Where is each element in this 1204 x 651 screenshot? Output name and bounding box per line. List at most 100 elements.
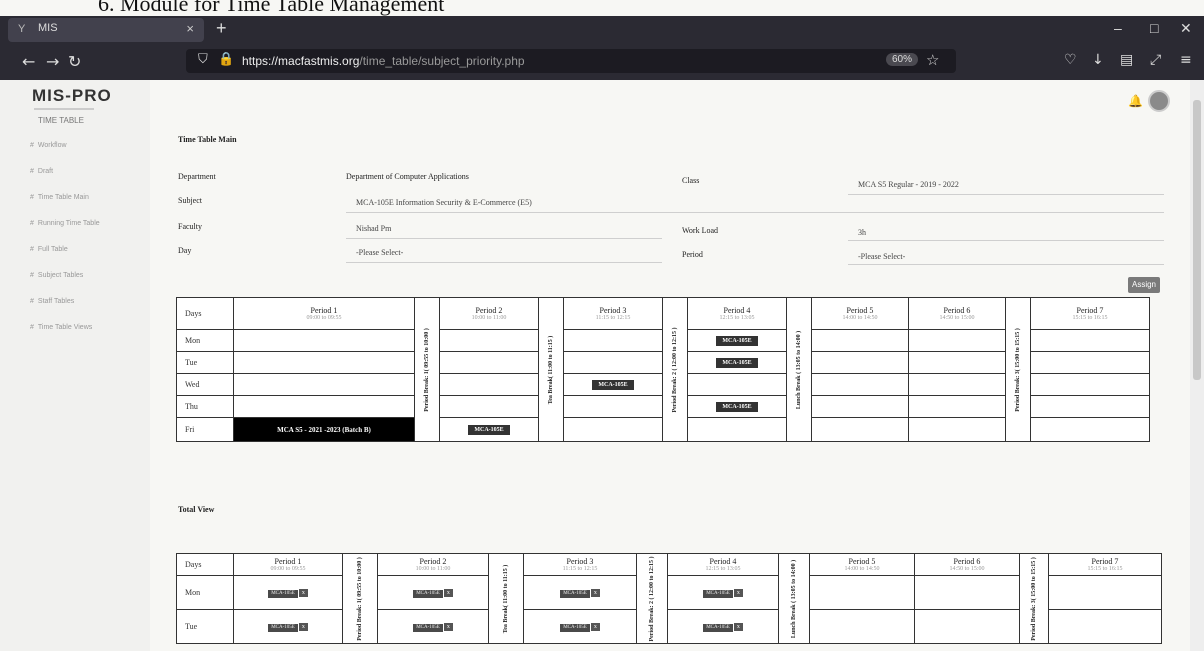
subject-chip[interactable]: MCA-105E (703, 589, 733, 598)
slot-cell[interactable] (439, 351, 539, 374)
subject-chip[interactable]: MCA-105E (560, 623, 590, 632)
bookmark-star-icon[interactable]: ☆ (926, 51, 939, 69)
remove-chip-icon[interactable]: x (590, 622, 600, 631)
assigned-slot[interactable]: MCA-105E (716, 401, 758, 412)
remove-chip-icon[interactable]: x (443, 588, 453, 597)
slot-cell[interactable]: MCA-105E x (523, 575, 637, 610)
slot-cell[interactable]: MCA-105E x (233, 609, 343, 644)
slot-cell[interactable] (687, 373, 787, 396)
slot-cell[interactable]: MCA-105E x (667, 575, 779, 610)
assigned-slot[interactable]: MCA-105E (716, 335, 758, 346)
subject-select[interactable]: MCA-105E Information Security & E-Commer… (356, 198, 532, 207)
slot-cell[interactable] (233, 351, 415, 374)
period-select[interactable]: -Please Select- (858, 252, 905, 261)
slot-cell[interactable] (563, 351, 663, 374)
subject-chip[interactable]: MCA-105E (703, 623, 733, 632)
slot-cell[interactable] (687, 417, 787, 442)
slot-cell[interactable]: MCA-105E x (667, 609, 779, 644)
menu-icon[interactable]: ≡ (1180, 52, 1192, 68)
slot-cell[interactable] (1030, 373, 1150, 396)
url-bar[interactable]: ⛉ 🔒 https://macfastmis.org/time_table/su… (186, 49, 956, 73)
slot-cell[interactable] (563, 395, 663, 418)
sidebar-item-full-table[interactable]: # Full Table (30, 246, 68, 253)
tab-close-icon[interactable]: × (186, 21, 194, 36)
remove-chip-icon[interactable]: x (733, 622, 743, 631)
slot-cell[interactable] (563, 417, 663, 442)
subject-chip[interactable]: MCA-105E (268, 589, 298, 598)
slot-cell[interactable] (914, 609, 1020, 644)
remove-chip-icon[interactable]: x (590, 588, 600, 597)
slot-cell[interactable] (1048, 575, 1162, 610)
slot-cell[interactable] (1030, 395, 1150, 418)
slot-cell[interactable] (811, 417, 909, 442)
slot-cell[interactable] (811, 351, 909, 374)
scrollbar-thumb[interactable] (1193, 100, 1201, 380)
download-icon[interactable]: ↓ (1092, 52, 1104, 68)
slot-cell[interactable]: MCA-105E x (233, 575, 343, 610)
subject-chip[interactable]: MCA-105E (268, 623, 298, 632)
remove-chip-icon[interactable]: x (733, 588, 743, 597)
sidebar-item-staff-tables[interactable]: # Staff Tables (30, 298, 74, 305)
slot-cell[interactable]: MCA-105E (687, 351, 787, 374)
minimize-icon[interactable]: – (1114, 20, 1122, 36)
zoom-level[interactable]: 60% (886, 53, 919, 66)
slot-cell[interactable] (563, 329, 663, 352)
maximize-icon[interactable]: □ (1150, 20, 1158, 36)
slot-cell[interactable] (908, 351, 1006, 374)
slot-cell[interactable] (914, 575, 1020, 610)
slot-cell[interactable] (908, 395, 1006, 418)
assigned-slot[interactable]: MCA-105E (716, 357, 758, 368)
slot-cell[interactable] (908, 373, 1006, 396)
subject-chip[interactable]: MCA-105E (413, 623, 443, 632)
slot-cell[interactable] (1048, 609, 1162, 644)
sidebar-item-draft[interactable]: # Draft (30, 168, 53, 175)
slot-cell[interactable] (809, 575, 915, 610)
page-scrollbar[interactable] (1190, 80, 1204, 651)
sidebar-item-subject-tables[interactable]: # Subject Tables (30, 272, 83, 279)
batch-slot[interactable]: MCA S5 - 2021 -2023 (Batch B) (233, 417, 415, 442)
slot-cell[interactable]: MCA-105E x (377, 609, 489, 644)
sidebar-item-time-table-views[interactable]: # Time Table Views (30, 324, 92, 331)
slot-cell[interactable] (1030, 417, 1150, 442)
slot-cell[interactable] (811, 395, 909, 418)
slot-cell[interactable] (233, 373, 415, 396)
avatar[interactable] (1148, 90, 1170, 112)
reload-icon[interactable]: ↻ (68, 52, 81, 71)
pocket-icon[interactable]: ♡ (1064, 52, 1077, 68)
extensions-icon[interactable]: ⤢ (1150, 52, 1161, 68)
remove-chip-icon[interactable]: x (298, 622, 308, 631)
slot-cell[interactable] (233, 395, 415, 418)
slot-cell[interactable] (439, 329, 539, 352)
remove-chip-icon[interactable]: x (298, 588, 308, 597)
slot-cell[interactable]: MCA-105E (687, 395, 787, 418)
class-select[interactable]: MCA S5 Regular - 2019 - 2022 (858, 180, 959, 189)
slot-cell[interactable]: MCA-105E x (523, 609, 637, 644)
slot-cell[interactable] (811, 329, 909, 352)
slot-cell[interactable] (439, 373, 539, 396)
library-icon[interactable]: ▤ (1120, 52, 1133, 68)
slot-cell[interactable] (1030, 351, 1150, 374)
sidebar-item-workflow[interactable]: # Workflow (30, 142, 67, 149)
slot-cell[interactable] (809, 609, 915, 644)
day-select[interactable]: -Please Select- (356, 248, 403, 257)
assign-button[interactable]: Assign (1128, 277, 1160, 293)
slot-cell[interactable]: MCA-105E (439, 417, 539, 442)
assigned-slot[interactable]: MCA-105E (468, 424, 510, 435)
close-window-icon[interactable]: ✕ (1180, 20, 1192, 37)
remove-chip-icon[interactable]: x (443, 622, 453, 631)
browser-tab[interactable]: Y MIS × (8, 18, 204, 42)
slot-cell[interactable]: MCA-105E x (377, 575, 489, 610)
workload-input[interactable]: 3h (858, 228, 866, 237)
slot-cell[interactable]: MCA-105E (563, 373, 663, 396)
slot-cell[interactable]: MCA-105E (687, 329, 787, 352)
slot-cell[interactable] (1030, 329, 1150, 352)
forward-icon[interactable]: → (46, 52, 59, 71)
faculty-select[interactable]: Nishad Pm (356, 224, 391, 233)
slot-cell[interactable] (439, 395, 539, 418)
slot-cell[interactable] (233, 329, 415, 352)
subject-chip[interactable]: MCA-105E (413, 589, 443, 598)
sidebar-item-time-table-main[interactable]: # Time Table Main (30, 194, 89, 201)
subject-chip[interactable]: MCA-105E (560, 589, 590, 598)
sidebar-item-running-time-table[interactable]: # Running Time Table (30, 220, 100, 227)
back-icon[interactable]: ← (22, 52, 35, 71)
